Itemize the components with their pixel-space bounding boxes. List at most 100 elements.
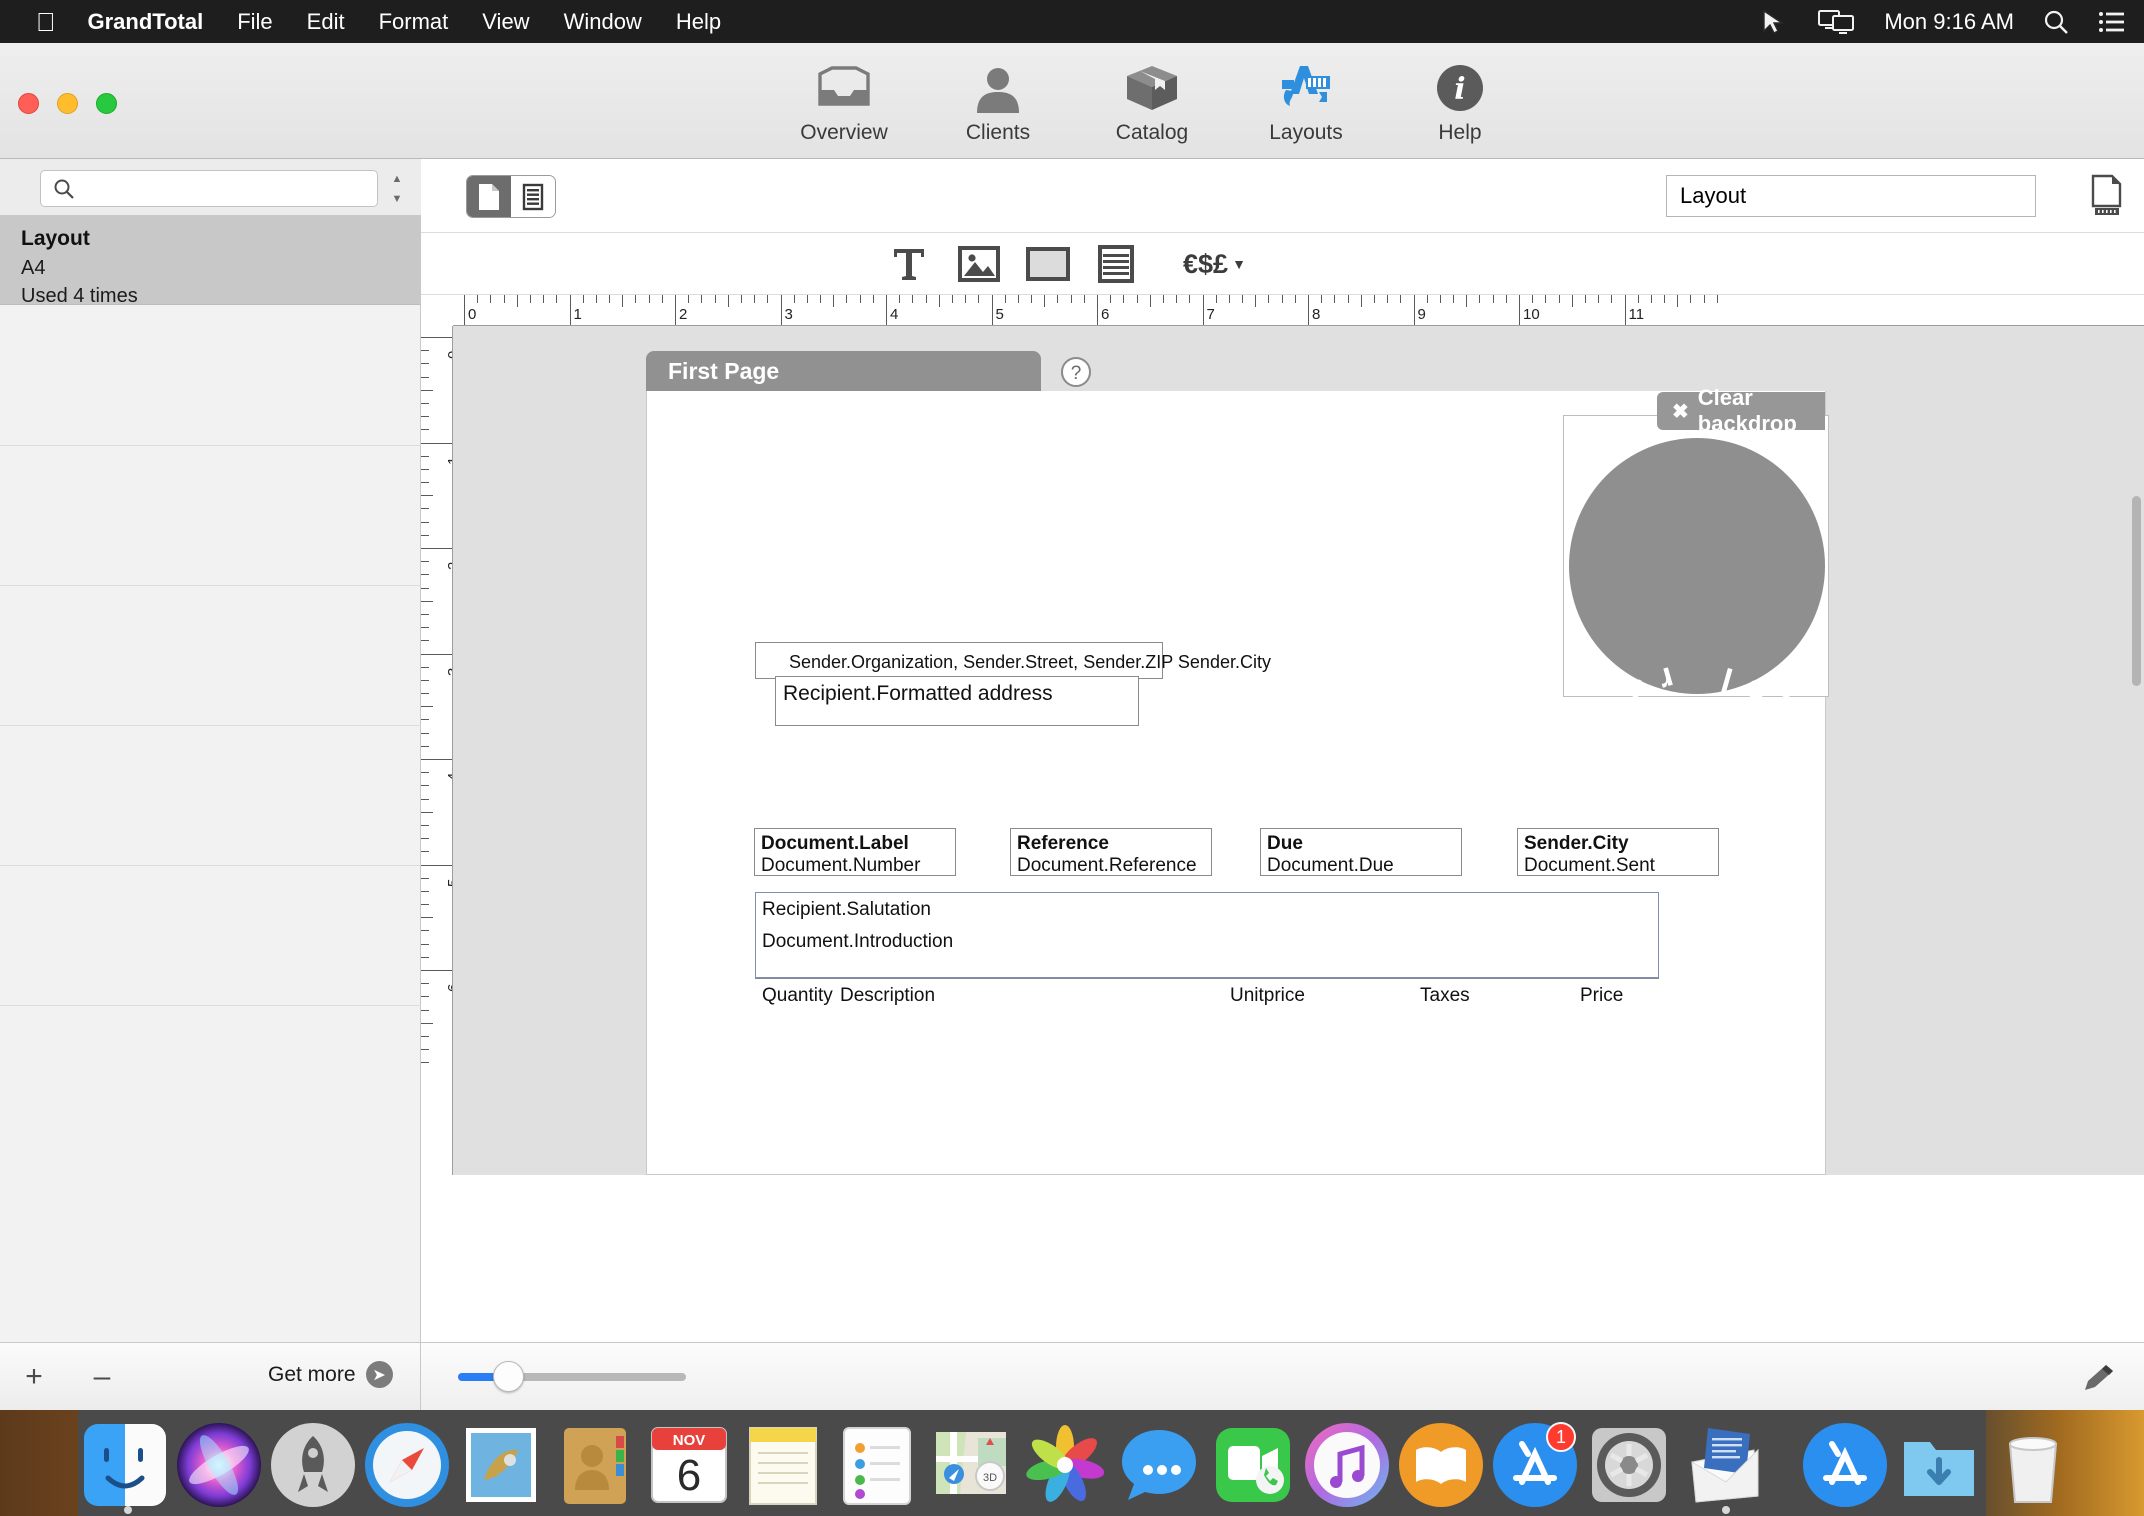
ruler-minor-tick (1163, 295, 1164, 303)
dock-item-trash[interactable] (1988, 1420, 2078, 1516)
ruler-minor-tick (421, 390, 433, 391)
ruler-minor-tick (1255, 295, 1256, 307)
logo-dropzone[interactable]: Drop your logo here (1563, 415, 1829, 697)
dock-item-app-store[interactable]: 1 (1490, 1420, 1580, 1516)
dock-item-siri[interactable] (174, 1420, 264, 1516)
rectangle-tool[interactable] (1026, 239, 1070, 289)
dock-item-maps[interactable]: 3D (926, 1420, 1016, 1516)
ruler-minor-tick (701, 295, 702, 303)
dock-item-contacts[interactable] (550, 1420, 640, 1516)
currency-tool[interactable]: €$£ ▼ (1183, 239, 1246, 289)
ruler-minor-tick (421, 733, 429, 734)
toolbar-button-catalog[interactable]: Catalog (1098, 57, 1206, 145)
dock-item-system-preferences[interactable] (1584, 1420, 1674, 1516)
vertical-ruler[interactable]: 0123456 (421, 326, 453, 1175)
horizontal-ruler[interactable]: 01234567891011 (453, 295, 2144, 326)
ruler-minor-tick (490, 295, 491, 303)
menu-bar:  GrandTotal File Edit Format View Windo… (0, 0, 2144, 43)
ruler-minor-tick (421, 1010, 429, 1011)
page-setup-icon[interactable] (2089, 174, 2125, 221)
zoom-window-button[interactable] (96, 93, 117, 114)
dock-item-reminders[interactable] (832, 1420, 922, 1516)
dock-item-facetime[interactable] (1208, 1420, 1298, 1516)
layout-name-input[interactable] (1680, 183, 2020, 209)
table-tool[interactable] (1098, 239, 1134, 289)
dock-item-app-store-alias[interactable] (1800, 1420, 1890, 1516)
dock-item-mail-stamp[interactable] (456, 1420, 546, 1516)
minimize-window-button[interactable] (57, 93, 78, 114)
canvas-scrollbar[interactable] (2132, 496, 2141, 686)
ruler-minor-tick (421, 917, 433, 918)
dock-item-books[interactable] (1396, 1420, 1486, 1516)
screen-sharing-icon[interactable] (1818, 9, 1854, 35)
dock-item-downloads-folder[interactable] (1894, 1420, 1984, 1516)
text-tool[interactable] (891, 239, 927, 289)
ruler-label: 0 (445, 351, 453, 359)
zoom-slider-knob[interactable] (493, 1361, 524, 1392)
menu-item-help[interactable]: Help (676, 9, 721, 35)
zoom-slider[interactable] (458, 1373, 686, 1381)
arrow-right-icon: ➤ (366, 1361, 393, 1388)
page-sheet[interactable]: ✖ Clear backdrop Drop your logo here Sen… (646, 391, 1826, 1175)
info-box-title-2: Due (1267, 833, 1303, 855)
control-center-icon[interactable] (2098, 10, 2126, 34)
menu-item-window[interactable]: Window (564, 9, 642, 35)
info-box-value-0: Document.Number (761, 855, 920, 877)
dock-item-itunes[interactable] (1302, 1420, 1392, 1516)
clear-backdrop-button[interactable]: ✖ Clear backdrop (1657, 392, 1825, 430)
dock-item-notes[interactable] (738, 1420, 828, 1516)
list-view-icon[interactable] (511, 176, 555, 217)
ruler-minor-tick (662, 295, 663, 303)
table-header-unitprice: Unitprice (1230, 985, 1305, 1007)
salutation-text: Recipient.Salutation (762, 899, 931, 921)
dock-item-photos[interactable] (1020, 1420, 1110, 1516)
items-table-header[interactable]: Quantity Description Unitprice Taxes Pri… (755, 978, 1659, 1012)
dock-item-safari[interactable] (362, 1420, 452, 1516)
page-tab-first-page[interactable]: First Page (646, 351, 1041, 391)
ruler-minor-tick (1690, 295, 1691, 303)
dock-item-finder[interactable] (80, 1420, 170, 1516)
view-toggle[interactable] (466, 175, 556, 218)
search-field[interactable] (40, 170, 378, 207)
remove-layout-button[interactable]: – (68, 1360, 136, 1394)
add-layout-button[interactable]: + (0, 1360, 68, 1394)
dock-item-grandtotal[interactable] (1678, 1420, 1768, 1516)
menu-item-edit[interactable]: Edit (307, 9, 345, 35)
logo-text-char (1684, 655, 1710, 694)
page-view-icon[interactable] (467, 176, 511, 217)
toolbar-button-clients[interactable]: Clients (944, 57, 1052, 145)
ruler-minor-tick (421, 693, 429, 694)
element-tools-row: €$£ ▼ A (421, 233, 2144, 295)
page-tab-help-icon[interactable]: ? (1060, 356, 1092, 388)
ruler-minor-tick (421, 601, 433, 602)
image-tool[interactable] (958, 239, 1000, 289)
cursor-icon[interactable] (1760, 9, 1790, 35)
layout-name-field[interactable] (1666, 175, 2036, 217)
dock-item-launchpad[interactable] (268, 1420, 358, 1516)
pencil-icon[interactable] (2082, 1363, 2116, 1398)
toolbar-button-help[interactable]: i Help (1406, 57, 1514, 145)
apple-icon[interactable]:  (36, 9, 56, 35)
search-icon[interactable] (2042, 8, 2070, 36)
toolbar-button-overview[interactable]: Overview (790, 57, 898, 145)
toolbar-button-layouts[interactable]: Layouts (1252, 57, 1360, 145)
ruler-minor-tick (421, 812, 433, 813)
sidebar-divider (0, 1005, 421, 1006)
dock-item-calendar[interactable]: NOV6 (644, 1420, 734, 1516)
menu-item-format[interactable]: Format (379, 9, 449, 35)
ruler-minor-tick (1057, 295, 1058, 303)
menu-app-name[interactable]: GrandTotal (88, 9, 204, 35)
menu-item-view[interactable]: View (482, 9, 529, 35)
close-window-button[interactable] (18, 93, 39, 114)
dock-item-messages[interactable] (1114, 1420, 1204, 1516)
ruler-minor-tick (421, 403, 429, 404)
menu-bar-clock[interactable]: Mon 9:16 AM (1884, 9, 2014, 35)
layout-canvas[interactable]: First Page ? ✖ Clear backdrop Drop your … (453, 326, 2144, 1175)
menu-item-file[interactable]: File (237, 9, 272, 35)
search-input[interactable] (84, 178, 364, 199)
ruler-minor-tick (807, 295, 808, 303)
sort-stepper[interactable]: ▲ ▼ (388, 173, 406, 205)
ruler-major-tick (464, 295, 465, 326)
get-more-button[interactable]: Get more ➤ (268, 1361, 393, 1388)
sidebar-item-layout[interactable]: Layout A4 Used 4 times (0, 215, 421, 305)
